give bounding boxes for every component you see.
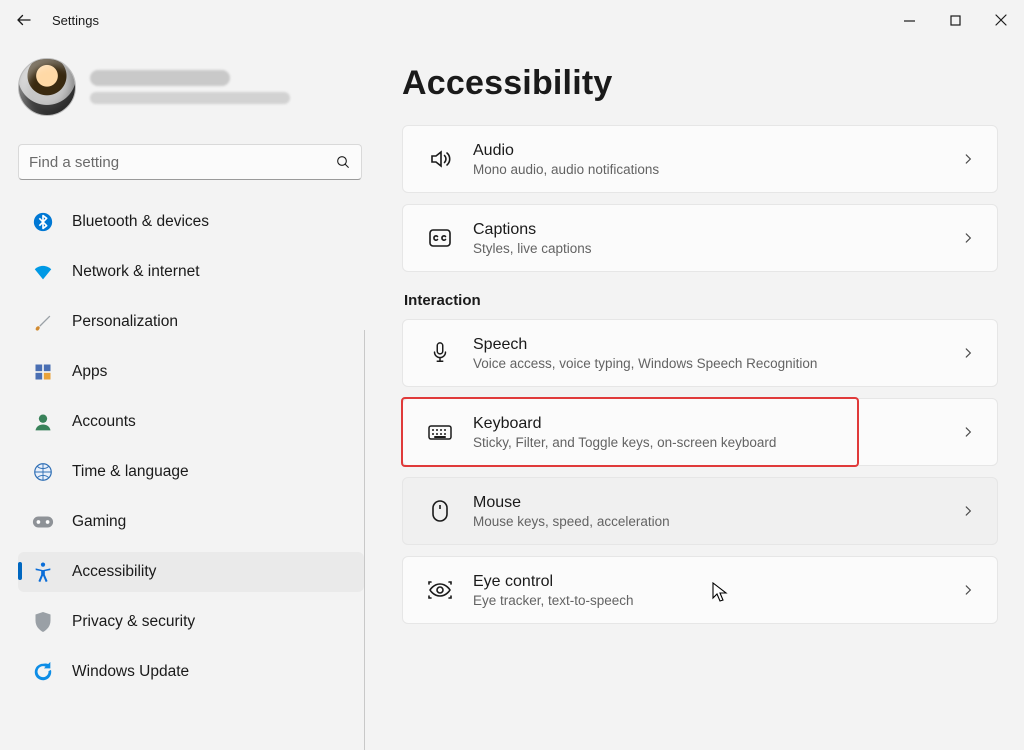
sidebar-item-label: Windows Update xyxy=(72,663,189,681)
card-title: Eye control xyxy=(473,572,634,591)
main-content: Accessibility Audio Mono audio, audio no… xyxy=(368,40,1024,741)
microphone-icon xyxy=(425,341,455,365)
maximize-button[interactable] xyxy=(932,0,978,40)
sidebar-item-label: Bluetooth & devices xyxy=(72,213,209,231)
sidebar-item-apps[interactable]: Apps xyxy=(18,352,364,392)
accessibility-icon xyxy=(32,561,54,583)
sidebar-item-label: Privacy & security xyxy=(72,613,195,631)
page-title: Accessibility xyxy=(402,64,998,103)
paintbrush-icon xyxy=(32,311,54,333)
card-desc: Styles, live captions xyxy=(473,241,592,256)
sidebar: Bluetooth & devices Network & internet P… xyxy=(0,40,368,741)
eye-icon xyxy=(425,579,455,601)
sidebar-item-network[interactable]: Network & internet xyxy=(18,252,364,292)
sidebar-item-label: Personalization xyxy=(72,313,178,331)
sidebar-item-time-language[interactable]: Time & language xyxy=(18,452,364,492)
card-title: Captions xyxy=(473,220,592,239)
search-box[interactable] xyxy=(18,144,362,180)
sidebar-item-gaming[interactable]: Gaming xyxy=(18,502,364,542)
card-title: Speech xyxy=(473,335,817,354)
search-icon xyxy=(335,154,351,170)
back-button[interactable] xyxy=(6,2,42,38)
bluetooth-icon xyxy=(32,211,54,233)
chevron-right-icon xyxy=(961,346,975,360)
chevron-right-icon xyxy=(961,504,975,518)
sidebar-item-label: Accessibility xyxy=(72,563,156,581)
card-mouse[interactable]: Mouse Mouse keys, speed, acceleration xyxy=(402,477,998,545)
chevron-right-icon xyxy=(961,425,975,439)
card-audio[interactable]: Audio Mono audio, audio notifications xyxy=(402,125,998,193)
card-title: Keyboard xyxy=(473,414,776,433)
card-title: Mouse xyxy=(473,493,670,512)
window-controls xyxy=(886,0,1024,40)
captions-icon xyxy=(425,228,455,248)
sidebar-item-personalization[interactable]: Personalization xyxy=(18,302,364,342)
sidebar-item-label: Accounts xyxy=(72,413,136,431)
person-icon xyxy=(32,411,54,433)
card-speech[interactable]: Speech Voice access, voice typing, Windo… xyxy=(402,319,998,387)
search-input[interactable] xyxy=(29,154,335,171)
close-button[interactable] xyxy=(978,0,1024,40)
close-icon xyxy=(995,14,1007,26)
card-desc: Voice access, voice typing, Windows Spee… xyxy=(473,356,817,371)
sidebar-item-windows-update[interactable]: Windows Update xyxy=(18,652,364,692)
section-interaction: Interaction xyxy=(404,292,998,309)
gamepad-icon xyxy=(32,511,54,533)
avatar xyxy=(18,58,76,116)
sidebar-item-privacy[interactable]: Privacy & security xyxy=(18,602,364,642)
sidebar-item-accounts[interactable]: Accounts xyxy=(18,402,364,442)
card-desc: Mono audio, audio notifications xyxy=(473,162,659,177)
card-desc: Sticky, Filter, and Toggle keys, on-scre… xyxy=(473,435,776,450)
minimize-icon xyxy=(904,15,915,26)
user-profile[interactable] xyxy=(18,58,364,116)
nav-list: Bluetooth & devices Network & internet P… xyxy=(18,202,364,702)
card-title: Audio xyxy=(473,141,659,160)
card-desc: Mouse keys, speed, acceleration xyxy=(473,514,670,529)
chevron-right-icon xyxy=(961,583,975,597)
maximize-icon xyxy=(950,15,961,26)
sidebar-item-label: Time & language xyxy=(72,463,189,481)
sidebar-item-accessibility[interactable]: Accessibility xyxy=(18,552,364,592)
apps-icon xyxy=(32,361,54,383)
sidebar-item-label: Network & internet xyxy=(72,263,200,281)
sidebar-item-bluetooth[interactable]: Bluetooth & devices xyxy=(18,202,364,242)
wifi-icon xyxy=(32,261,54,283)
cursor-icon xyxy=(712,582,728,602)
card-desc: Eye tracker, text-to-speech xyxy=(473,593,634,608)
mouse-icon xyxy=(425,499,455,523)
divider xyxy=(364,330,365,750)
audio-icon xyxy=(425,147,455,171)
update-icon xyxy=(32,661,54,683)
sidebar-item-label: Gaming xyxy=(72,513,126,531)
window-title: Settings xyxy=(52,13,99,28)
card-keyboard[interactable]: Keyboard Sticky, Filter, and Toggle keys… xyxy=(402,398,998,466)
shield-icon xyxy=(32,611,54,633)
clock-globe-icon xyxy=(32,461,54,483)
titlebar: Settings xyxy=(0,0,1024,40)
keyboard-icon xyxy=(425,422,455,442)
arrow-left-icon xyxy=(15,11,33,29)
profile-text xyxy=(90,70,290,104)
card-captions[interactable]: Captions Styles, live captions xyxy=(402,204,998,272)
chevron-right-icon xyxy=(961,152,975,166)
minimize-button[interactable] xyxy=(886,0,932,40)
sidebar-item-label: Apps xyxy=(72,363,107,381)
card-eye-control[interactable]: Eye control Eye tracker, text-to-speech xyxy=(402,556,998,624)
chevron-right-icon xyxy=(961,231,975,245)
